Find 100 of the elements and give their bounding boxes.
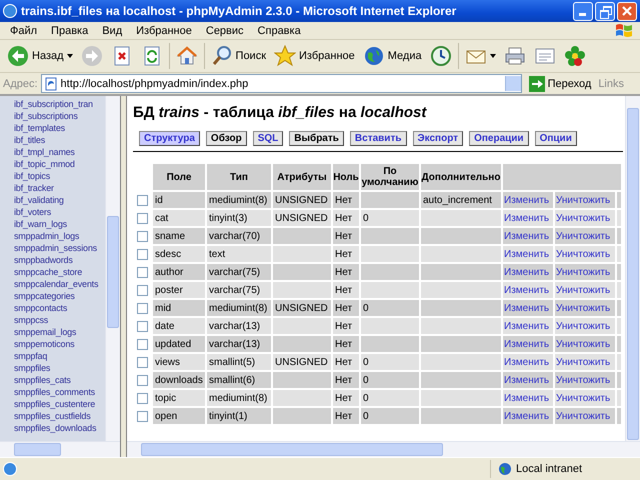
back-button[interactable]: Назад <box>3 42 77 70</box>
table-link[interactable]: ibf_voters <box>14 206 105 218</box>
page-icon <box>3 462 17 476</box>
table-link[interactable]: smppfiles_downloads <box>14 422 105 434</box>
row-checkbox[interactable] <box>137 230 148 242</box>
table-link[interactable]: smppfiles_custentere <box>14 398 105 410</box>
table-link[interactable]: smppadmin_logs <box>14 230 105 242</box>
action-link[interactable]: Изменить <box>503 282 553 298</box>
row-checkbox[interactable] <box>137 356 148 368</box>
action-link[interactable]: Уничтожить <box>555 264 615 280</box>
table-link[interactable]: ibf_subscription_tran <box>14 98 105 110</box>
action-link[interactable]: Изменить <box>503 246 553 262</box>
row-checkbox[interactable] <box>137 194 148 206</box>
table-link[interactable]: ibf_validating <box>14 194 105 206</box>
action-link[interactable]: Изменить <box>503 354 553 370</box>
action-link[interactable]: Уничтожить <box>555 408 615 424</box>
table-link[interactable]: smppfiles_custfields <box>14 410 105 422</box>
menu-item[interactable]: Правка <box>44 24 96 36</box>
horizontal-scrollbar[interactable] <box>127 441 640 457</box>
action-link[interactable]: Уничтожить <box>555 336 615 352</box>
table-link[interactable]: ibf_tracker <box>14 182 105 194</box>
row-checkbox[interactable] <box>137 392 148 404</box>
row-checkbox[interactable] <box>137 302 148 314</box>
tab[interactable]: Опции <box>534 131 577 146</box>
row-checkbox[interactable] <box>137 410 148 422</box>
menu-item[interactable]: Сервис <box>198 24 251 36</box>
row-checkbox[interactable] <box>137 266 148 278</box>
row-checkbox[interactable] <box>137 338 148 350</box>
action-link[interactable]: Уничтожить <box>555 246 615 262</box>
action-link[interactable]: Уничтожить <box>555 318 615 334</box>
row-checkbox[interactable] <box>137 212 148 224</box>
table-cell: Нет <box>333 390 359 406</box>
action-link[interactable]: Уничтожить <box>555 300 615 316</box>
action-link[interactable]: Изменить <box>503 228 553 244</box>
table-cell <box>273 282 331 298</box>
table-cell <box>273 408 331 424</box>
action-link[interactable]: Изменить <box>503 372 553 388</box>
table-link[interactable]: smppcategories <box>14 290 105 302</box>
action-link[interactable]: Уничтожить <box>555 372 615 388</box>
minimize-button[interactable] <box>573 2 593 20</box>
action-link[interactable]: Уничтожить <box>555 354 615 370</box>
action-link[interactable]: Изменить <box>503 300 553 316</box>
table-link[interactable]: ibf_templates <box>14 122 105 134</box>
row-checkbox[interactable] <box>137 320 148 332</box>
action-link[interactable]: Уничтожить <box>555 192 615 208</box>
action-link[interactable]: Изменить <box>503 318 553 334</box>
go-button[interactable]: Переход <box>524 76 596 92</box>
tab[interactable]: Структура <box>139 131 200 146</box>
tab[interactable]: Экспорт <box>412 131 464 146</box>
table-link[interactable]: smppfaq <box>14 350 105 362</box>
vertical-scrollbar[interactable] <box>105 96 120 441</box>
action-link[interactable]: Изменить <box>503 192 553 208</box>
table-cell: varchar(13) <box>207 318 271 334</box>
table-link[interactable]: ibf_topic_mmod <box>14 158 105 170</box>
table-link[interactable]: smppadmin_sessions <box>14 242 105 254</box>
table-link[interactable]: ibf_warn_logs <box>14 218 105 230</box>
action-link[interactable]: Уничтожить <box>555 282 615 298</box>
menu-item[interactable]: Справка <box>250 24 308 36</box>
favorites-button[interactable]: Избранное <box>270 42 359 70</box>
table-link[interactable]: ibf_titles <box>14 134 105 146</box>
action-link[interactable]: Уничтожить <box>555 210 615 226</box>
action-link[interactable]: Уничтожить <box>555 228 615 244</box>
restore-button[interactable] <box>595 2 615 20</box>
action-link[interactable]: Изменить <box>503 264 553 280</box>
action-link[interactable]: Изменить <box>503 390 553 406</box>
media-button[interactable]: Медиа <box>358 42 426 70</box>
row-checkbox[interactable] <box>137 284 148 296</box>
table-link[interactable]: smppemoticons <box>14 338 105 350</box>
table-link[interactable]: ibf_topics <box>14 170 105 182</box>
frame-splitter[interactable] <box>120 96 127 457</box>
row-checkbox[interactable] <box>137 374 148 386</box>
search-button[interactable]: Поиск <box>206 42 270 70</box>
vertical-scrollbar[interactable] <box>625 96 640 441</box>
table-link[interactable]: smppcontacts <box>14 302 105 314</box>
close-button[interactable] <box>617 2 637 20</box>
menu-item[interactable]: Избранное <box>129 24 199 36</box>
table-link[interactable]: smppemail_logs <box>14 326 105 338</box>
table-link[interactable]: smppfiles <box>14 362 105 374</box>
tab[interactable]: Вставить <box>350 131 406 146</box>
action-link[interactable]: Изменить <box>503 336 553 352</box>
table-link[interactable]: smppfiles_cats <box>14 374 105 386</box>
table-cell: Нет <box>333 336 359 352</box>
horizontal-scrollbar[interactable] <box>0 441 120 457</box>
table-link[interactable]: smppbadwords <box>14 254 105 266</box>
table-link[interactable]: smppfiles_comments <box>14 386 105 398</box>
table-link[interactable]: smppcalendar_events <box>14 278 105 290</box>
action-link[interactable]: Изменить <box>503 210 553 226</box>
table-link[interactable]: ibf_tmpl_names <box>14 146 105 158</box>
tab[interactable]: SQL <box>252 131 284 146</box>
address-field[interactable]: http://localhost/phpmyadmin/index.php <box>40 74 522 93</box>
menu-item[interactable]: Вид <box>95 24 130 36</box>
row-checkbox[interactable] <box>137 248 148 260</box>
table-cell: Нет <box>333 282 359 298</box>
tab[interactable]: Операции <box>469 131 529 146</box>
action-link[interactable]: Уничтожить <box>555 390 615 406</box>
table-link[interactable]: ibf_subscriptions <box>14 110 105 122</box>
action-link[interactable]: Изменить <box>503 408 553 424</box>
menu-item[interactable]: Файл <box>3 24 44 36</box>
table-link[interactable]: smppcss <box>14 314 105 326</box>
table-link[interactable]: smppcache_store <box>14 266 105 278</box>
